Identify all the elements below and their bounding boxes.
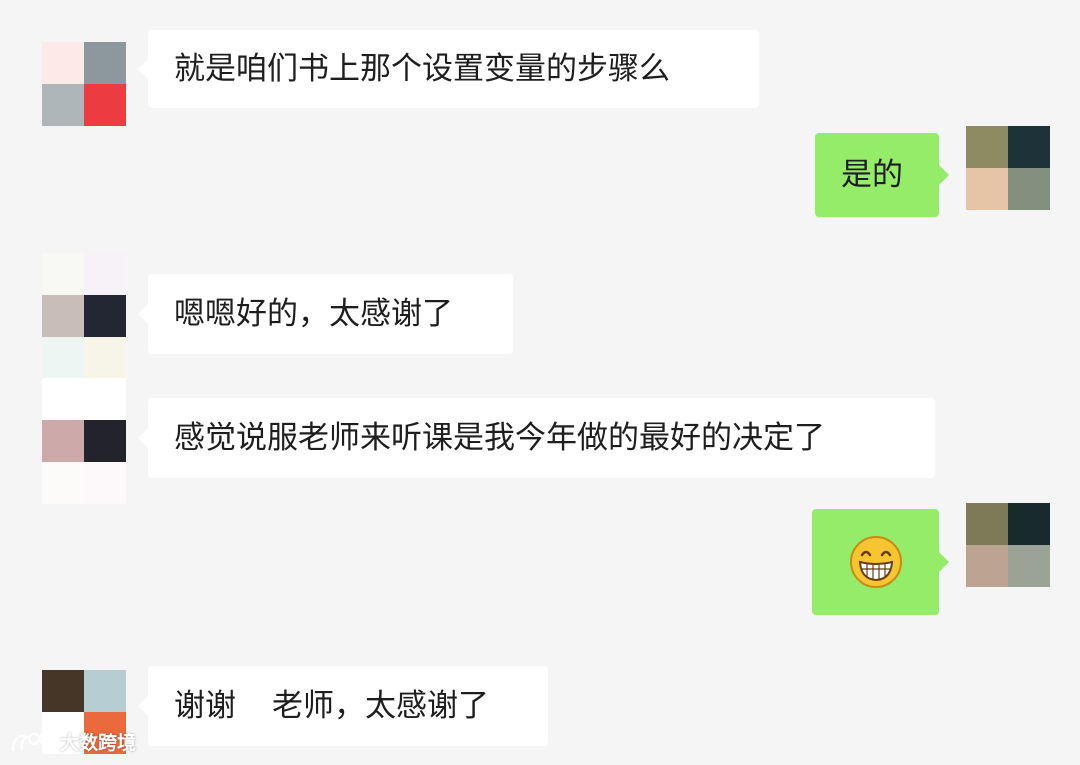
- avatar-tile: [84, 462, 126, 504]
- avatar-tile: [1008, 168, 1050, 210]
- avatar-tile: [42, 378, 84, 420]
- avatar-tile: [42, 420, 84, 462]
- avatar-tile: [966, 503, 1008, 545]
- grinning-emoji-icon: [849, 536, 902, 588]
- contact-avatar[interactable]: [42, 253, 126, 379]
- avatar-tile: [84, 378, 126, 420]
- bird-logo-icon: [11, 732, 52, 751]
- message-bubble-outgoing[interactable]: 是的: [815, 133, 949, 217]
- avatar-tile: [42, 42, 84, 84]
- avatar-tile: [84, 84, 126, 126]
- avatar-tile: [966, 168, 1008, 210]
- avatar-tile: [84, 670, 126, 712]
- avatar-tile: [1008, 126, 1050, 168]
- message-bubble-incoming[interactable]: 嗯嗯好的，太感谢了: [138, 274, 513, 354]
- avatar-tile: [84, 295, 126, 337]
- message-bubble-incoming[interactable]: 就是咱们书上那个设置变量的步骤么: [138, 30, 759, 108]
- avatar-tile: [966, 126, 1008, 168]
- message-text: 嗯嗯好的，太感谢了: [174, 295, 453, 332]
- message-text: 是的: [841, 156, 903, 193]
- avatar-tile: [84, 337, 126, 379]
- contact-avatar[interactable]: [42, 378, 126, 504]
- avatar-tile: [42, 253, 84, 295]
- avatar-tile: [42, 462, 84, 504]
- watermark: 大数跨境: [10, 728, 136, 755]
- message-bubble-incoming[interactable]: 谢谢 老师，太感谢了: [138, 666, 548, 746]
- avatar-tile: [42, 84, 84, 126]
- message-text: 感觉说服老师来听课是我今年做的最好的决定了: [174, 419, 825, 456]
- avatar-tile: [84, 420, 126, 462]
- self-avatar[interactable]: [966, 126, 1050, 210]
- message-text: 就是咱们书上那个设置变量的步骤么: [174, 50, 670, 87]
- self-avatar[interactable]: [966, 503, 1050, 587]
- message-bubble-outgoing[interactable]: [812, 509, 949, 615]
- avatar-tile: [84, 42, 126, 84]
- avatar-tile: [84, 253, 126, 295]
- watermark-text: 大数跨境: [60, 732, 137, 754]
- avatar-tile: [1008, 545, 1050, 587]
- message-bubble-incoming[interactable]: 感觉说服老师来听课是我今年做的最好的决定了: [138, 398, 935, 478]
- avatar-tile: [1008, 503, 1050, 545]
- avatar-tile: [42, 670, 84, 712]
- message-text: 谢谢: [174, 687, 236, 724]
- contact-avatar[interactable]: [42, 42, 126, 126]
- avatar-tile: [42, 295, 84, 337]
- avatar-tile: [42, 337, 84, 379]
- message-text: 老师，太感谢了: [272, 687, 489, 724]
- chat-area: 就是咱们书上那个设置变量的步骤么 是的 嗯嗯好的，太感谢了 感觉说服老师来听课是…: [0, 0, 1080, 765]
- avatar-tile: [966, 545, 1008, 587]
